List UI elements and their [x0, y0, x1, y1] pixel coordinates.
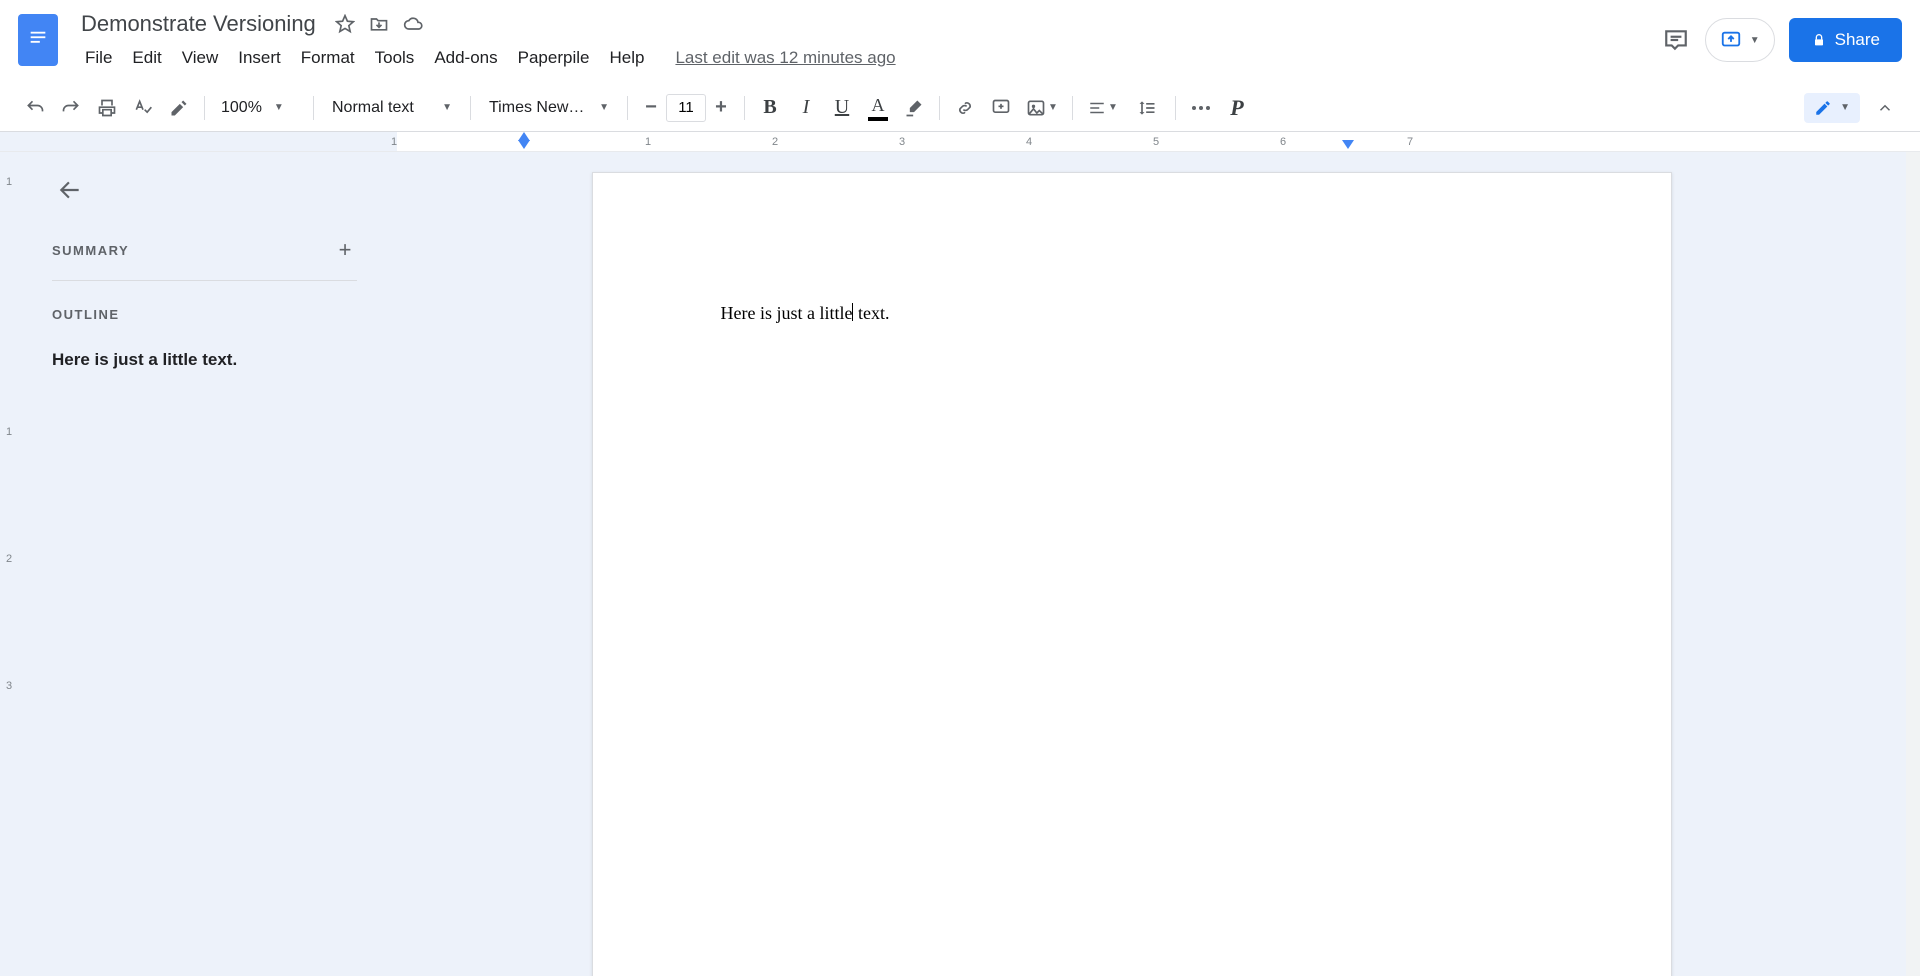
title-area: Demonstrate Versioning File Edit View In…	[76, 8, 1661, 72]
ruler-number: 1	[391, 136, 397, 148]
menu-tools[interactable]: Tools	[366, 44, 424, 72]
share-button[interactable]: Share	[1789, 18, 1902, 62]
caret-down-icon: ▼	[599, 102, 609, 113]
toolbar-right: ▼	[1804, 91, 1902, 125]
ruler-number: 5	[1153, 136, 1159, 148]
menu-insert[interactable]: Insert	[229, 44, 290, 72]
vertical-scrollbar[interactable]	[1906, 152, 1920, 976]
undo-button[interactable]	[18, 91, 52, 125]
caret-down-icon: ▼	[1048, 102, 1058, 113]
title-row: Demonstrate Versioning	[76, 8, 1661, 40]
docs-app-icon[interactable]	[18, 14, 58, 66]
paint-format-button[interactable]	[162, 91, 196, 125]
insert-image-button[interactable]: ▼	[1020, 91, 1064, 125]
outline-sidebar: SUMMARY + OUTLINE Here is just a little …	[22, 152, 387, 976]
toolbar-separator	[1072, 96, 1073, 120]
open-comments-button[interactable]	[1661, 25, 1691, 55]
present-icon	[1720, 29, 1742, 51]
ruler-number: 6	[1280, 136, 1286, 148]
more-tools-button[interactable]	[1184, 91, 1218, 125]
zoom-select[interactable]: 100% ▼	[213, 99, 305, 117]
document-page[interactable]: Here is just a little text.	[592, 172, 1672, 976]
toolbar-separator	[744, 96, 745, 120]
document-title[interactable]: Demonstrate Versioning	[76, 8, 321, 40]
share-label: Share	[1835, 30, 1880, 50]
sidebar-divider	[52, 280, 357, 281]
outline-heading: OUTLINE	[52, 307, 357, 322]
document-scroll-area[interactable]: Here is just a little text.	[387, 152, 1906, 976]
font-size-input[interactable]	[666, 94, 706, 122]
present-button[interactable]: ▼	[1705, 18, 1775, 62]
insert-link-button[interactable]	[948, 91, 982, 125]
menu-paperpile[interactable]: Paperpile	[509, 44, 599, 72]
document-body-text[interactable]: Here is just a little text.	[721, 303, 890, 324]
pencil-icon	[1814, 99, 1832, 117]
ruler-number: 2	[772, 136, 778, 148]
ruler-number: 3	[899, 136, 905, 148]
menu-addons[interactable]: Add-ons	[425, 44, 506, 72]
toolbar-separator	[939, 96, 940, 120]
left-indent-marker[interactable]	[518, 140, 530, 149]
top-right-actions: ▼ Share	[1661, 18, 1902, 62]
toolbar-separator	[470, 96, 471, 120]
caret-down-icon: ▼	[442, 102, 452, 113]
toolbar-separator	[313, 96, 314, 120]
caret-down-icon: ▼	[274, 102, 284, 113]
spellcheck-button[interactable]	[126, 91, 160, 125]
underline-button[interactable]: U	[825, 91, 859, 125]
add-comment-button[interactable]	[984, 91, 1018, 125]
last-edit-link[interactable]: Last edit was 12 minutes ago	[675, 48, 895, 68]
close-outline-button[interactable]	[52, 172, 88, 208]
star-icon[interactable]	[335, 14, 355, 34]
zoom-value: 100%	[221, 99, 262, 117]
redo-button[interactable]	[54, 91, 88, 125]
menu-file[interactable]: File	[76, 44, 121, 72]
paperpile-button[interactable]: P	[1220, 91, 1254, 125]
menu-edit[interactable]: Edit	[123, 44, 170, 72]
toolbar-separator	[627, 96, 628, 120]
document-icon	[27, 26, 49, 54]
right-indent-marker[interactable]	[1342, 140, 1354, 149]
vertical-ruler[interactable]: 1 1 2 3	[0, 152, 22, 976]
menu-format[interactable]: Format	[292, 44, 364, 72]
paragraph-style-select[interactable]: Normal text ▼	[322, 99, 462, 117]
text-color-button[interactable]: A	[861, 91, 895, 125]
increase-font-size-button[interactable]: +	[706, 93, 736, 123]
outline-item[interactable]: Here is just a little text.	[52, 350, 357, 370]
hide-menus-button[interactable]	[1868, 91, 1902, 125]
ruler-number: 7	[1407, 136, 1413, 148]
horizontal-ruler[interactable]: 1 1 2 3 4 5 6 7	[0, 132, 1920, 152]
summary-heading: SUMMARY	[52, 243, 129, 258]
menu-view[interactable]: View	[173, 44, 228, 72]
print-button[interactable]	[90, 91, 124, 125]
italic-button[interactable]: I	[789, 91, 823, 125]
align-button[interactable]: ▼	[1081, 91, 1125, 125]
caret-down-icon: ▼	[1750, 35, 1760, 46]
font-value: Times New…	[489, 99, 584, 117]
caret-down-icon: ▼	[1840, 102, 1850, 113]
toolbar-separator	[204, 96, 205, 120]
menu-help[interactable]: Help	[600, 44, 653, 72]
style-value: Normal text	[332, 99, 414, 117]
caret-down-icon: ▼	[1108, 102, 1118, 113]
lock-icon	[1811, 32, 1827, 48]
add-summary-button[interactable]: +	[333, 238, 357, 262]
title-bar: Demonstrate Versioning File Edit View In…	[0, 0, 1920, 84]
highlight-color-button[interactable]	[897, 91, 931, 125]
font-select[interactable]: Times New… ▼	[479, 99, 619, 117]
editing-mode-button[interactable]: ▼	[1804, 93, 1860, 123]
line-spacing-button[interactable]	[1127, 91, 1167, 125]
font-size-control: − +	[636, 93, 736, 123]
toolbar: 100% ▼ Normal text ▼ Times New… ▼ − + B …	[0, 84, 1920, 132]
bold-button[interactable]: B	[753, 91, 787, 125]
toolbar-separator	[1175, 96, 1176, 120]
cloud-status-icon[interactable]	[403, 14, 423, 34]
move-icon[interactable]	[369, 14, 389, 34]
ruler-number: 4	[1026, 136, 1032, 148]
ruler-number: 1	[645, 136, 651, 148]
menu-bar: File Edit View Insert Format Tools Add-o…	[76, 44, 1661, 72]
main-area: 1 1 2 3 SUMMARY + OUTLINE Here is just a…	[0, 152, 1920, 976]
decrease-font-size-button[interactable]: −	[636, 93, 666, 123]
